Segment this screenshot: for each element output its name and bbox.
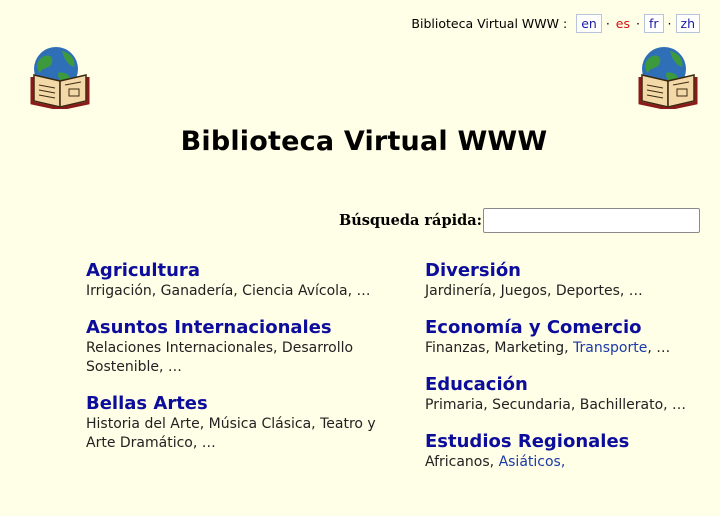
language-link-es: es <box>615 16 630 31</box>
category-block: Asuntos Internacionales Relaciones Intern… <box>86 317 376 377</box>
subcategory-link[interactable]: Transporte <box>573 340 647 356</box>
subcategory-list: Africanos, Asiáticos, <box>425 453 715 472</box>
subcategory-link[interactable]: Asiáticos, <box>499 454 566 470</box>
language-separator: · <box>636 16 640 31</box>
category-block: Economía y Comercio Finanzas, Marketing, … <box>425 317 715 358</box>
subcategory-list: Relaciones Internacionales, Desarrollo S… <box>86 339 376 377</box>
subcategory-text: Finanzas, Marketing, <box>425 340 574 356</box>
category-link[interactable]: Estudios Regionales <box>425 431 715 453</box>
subcategory-text: Primaria, Secundaria, Bachillerato, … <box>425 397 687 413</box>
language-link-zh[interactable]: zh <box>675 14 700 33</box>
subcategory-list: Irrigación, Ganadería, Ciencia Avícola, … <box>86 282 376 301</box>
subcategory-list: Jardinería, Juegos, Deportes, … <box>425 282 715 301</box>
subcategory-text: Jardinería, Juegos, Deportes, … <box>425 283 643 299</box>
language-link-en[interactable]: en <box>576 14 602 33</box>
language-separator: · <box>605 16 610 31</box>
subcategory-text: Africanos, <box>425 454 499 470</box>
subcategory-text: Relaciones Internacionales, Desarrollo S… <box>86 340 354 375</box>
language-link-fr[interactable]: fr <box>643 14 664 33</box>
library-logo-icon <box>638 47 698 109</box>
search-label: Búsqueda rápida: <box>338 212 482 229</box>
category-block: Bellas Artes Historia del Arte, Música Cl… <box>86 393 376 453</box>
language-bar: Biblioteca Virtual WWW : en · es · fr · zh <box>411 14 700 33</box>
category-column-right: Diversión Jardinería, Juegos, Deportes, …… <box>425 260 715 488</box>
quick-search: Búsqueda rápida: <box>339 208 700 233</box>
category-link[interactable]: Asuntos Internacionales <box>86 317 376 339</box>
category-block: Diversión Jardinería, Juegos, Deportes, … <box>425 260 715 301</box>
subcategory-list: Historia del Arte, Música Clásica, Teatr… <box>86 415 376 453</box>
category-block: Agricultura Irrigación, Ganadería, Cienci… <box>86 260 376 301</box>
category-block: Estudios Regionales Africanos, Asiáticos, <box>425 431 715 472</box>
category-column-left: Agricultura Irrigación, Ganadería, Cienci… <box>86 260 376 469</box>
subcategory-text: , … <box>647 340 671 356</box>
subcategory-text: Historia del Arte, Música Clásica, Teatr… <box>86 416 376 451</box>
category-link[interactable]: Agricultura <box>86 260 376 282</box>
subcategory-list: Primaria, Secundaria, Bachillerato, … <box>425 396 715 415</box>
category-link[interactable]: Educación <box>425 374 715 396</box>
category-link[interactable]: Bellas Artes <box>86 393 376 415</box>
site-name-label: Biblioteca Virtual WWW : <box>411 16 568 31</box>
subcategory-text: Irrigación, Ganadería, Ciencia Avícola, … <box>86 283 371 299</box>
category-link[interactable]: Diversión <box>425 260 715 282</box>
language-separator: · <box>667 16 672 31</box>
language-list: en · es · fr · zh <box>576 14 700 33</box>
subcategory-list: Finanzas, Marketing, Transporte, … <box>425 339 715 358</box>
page-title: Biblioteca Virtual WWW <box>180 126 548 157</box>
category-link[interactable]: Economía y Comercio <box>425 317 715 339</box>
search-input[interactable] <box>483 208 700 233</box>
library-logo-icon <box>30 47 90 109</box>
category-block: Educación Primaria, Secundaria, Bachiller… <box>425 374 715 415</box>
